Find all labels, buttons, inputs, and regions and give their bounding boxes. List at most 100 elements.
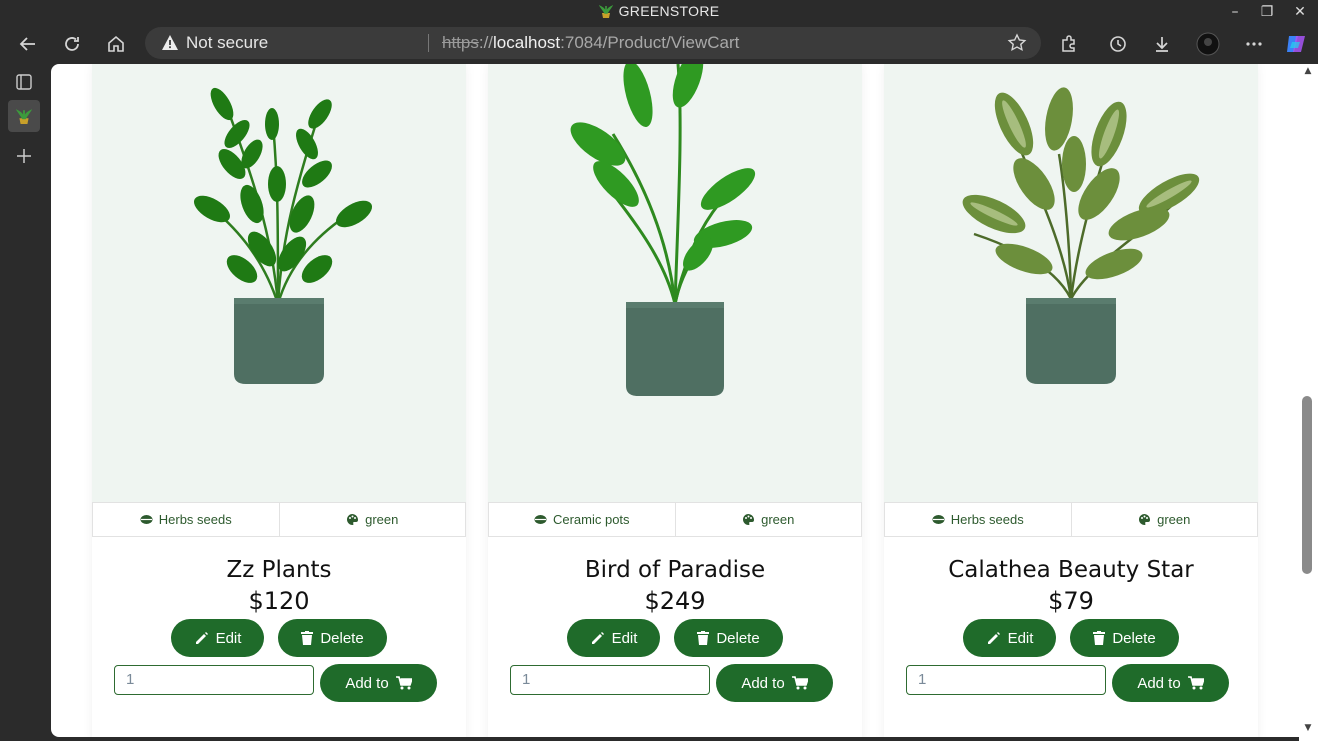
add-label: Add to bbox=[345, 674, 389, 692]
product-tags: Herbs seeds green bbox=[884, 502, 1258, 537]
product-card: Herbs seeds green Calathea Beauty Star $… bbox=[884, 64, 1258, 737]
tab-actions-button[interactable] bbox=[8, 66, 40, 98]
delete-label: Delete bbox=[320, 629, 364, 647]
security-label[interactable]: Not secure bbox=[186, 33, 268, 53]
address-separator bbox=[428, 34, 429, 52]
scroll-down-arrow-icon[interactable]: ▼ bbox=[1302, 723, 1314, 733]
more-menu-button[interactable] bbox=[1240, 30, 1268, 58]
category-text: Ceramic pots bbox=[552, 512, 630, 527]
trash-icon bbox=[1093, 631, 1106, 645]
new-tab-button[interactable] bbox=[8, 140, 40, 172]
add-to-cart-button[interactable]: Add to bbox=[716, 664, 833, 702]
home-button[interactable] bbox=[102, 30, 130, 58]
pencil-icon bbox=[591, 631, 604, 644]
url-scheme: https bbox=[442, 33, 479, 52]
color-text: green bbox=[1157, 512, 1191, 527]
url-path: :7084/Product/ViewCart bbox=[560, 33, 740, 52]
restore-button[interactable]: ❐ bbox=[1257, 2, 1277, 22]
edit-button[interactable]: Edit bbox=[567, 619, 660, 657]
tab-greenstore[interactable] bbox=[8, 100, 40, 132]
more-icon bbox=[1246, 42, 1262, 46]
back-icon bbox=[19, 37, 35, 51]
trash-icon bbox=[697, 631, 710, 645]
window-title: GREENSTORE bbox=[0, 3, 1318, 21]
delete-button[interactable]: Delete bbox=[278, 619, 387, 657]
seed-icon bbox=[932, 515, 945, 524]
copilot-icon bbox=[1287, 36, 1305, 52]
edit-button[interactable]: Edit bbox=[171, 619, 264, 657]
trash-icon bbox=[301, 631, 314, 645]
product-price: $249 bbox=[644, 587, 706, 615]
quantity-input[interactable]: 1 bbox=[906, 665, 1106, 695]
category-tag: Herbs seeds bbox=[93, 503, 279, 536]
warning-icon[interactable] bbox=[161, 34, 179, 56]
browser-toolbar: Not secure https://localhost:7084/Produc… bbox=[0, 24, 1318, 64]
product-tags: Herbs seeds green bbox=[92, 502, 466, 537]
product-card: Ceramic pots green Bird of Paradise $249… bbox=[488, 64, 862, 737]
seed-icon bbox=[140, 515, 153, 524]
product-name: Calathea Beauty Star bbox=[948, 557, 1194, 583]
pencil-icon bbox=[987, 631, 1000, 644]
cart-icon bbox=[395, 676, 412, 690]
back-button[interactable] bbox=[14, 30, 42, 58]
product-tags: Ceramic pots green bbox=[488, 502, 862, 537]
refresh-icon bbox=[65, 37, 79, 51]
product-name: Zz Plants bbox=[226, 557, 332, 583]
plus-icon bbox=[17, 149, 31, 163]
url-host: localhost bbox=[493, 33, 561, 52]
palette-icon bbox=[347, 514, 359, 525]
category-text: Herbs seeds bbox=[158, 512, 232, 527]
palette-icon bbox=[1139, 514, 1151, 525]
close-window-button[interactable]: ✕ bbox=[1290, 2, 1310, 22]
refresh-button[interactable] bbox=[58, 30, 86, 58]
greenstore-favicon-icon bbox=[598, 4, 613, 21]
extensions-icon bbox=[1062, 35, 1075, 52]
delete-button[interactable]: Delete bbox=[1070, 619, 1179, 657]
color-tag: green bbox=[1070, 503, 1258, 536]
edit-label: Edit bbox=[215, 629, 242, 647]
delete-label: Delete bbox=[716, 629, 760, 647]
add-to-cart-button[interactable]: Add to bbox=[1112, 664, 1229, 702]
history-button[interactable] bbox=[1104, 30, 1132, 58]
profile-icon bbox=[1196, 32, 1220, 56]
add-to-cart-button[interactable]: Add to bbox=[320, 664, 437, 702]
downloads-button[interactable] bbox=[1148, 30, 1176, 58]
download-icon bbox=[1156, 37, 1168, 52]
history-icon bbox=[1110, 36, 1126, 52]
pencil-icon bbox=[195, 631, 208, 644]
url-text[interactable]: https://localhost:7084/Product/ViewCart bbox=[442, 33, 739, 53]
color-text: green bbox=[761, 512, 795, 527]
page-content: Herbs seeds green Zz Plants $120 Edit De… bbox=[51, 64, 1299, 737]
category-tag: Ceramic pots bbox=[489, 503, 675, 536]
home-icon bbox=[108, 35, 124, 52]
copilot-button[interactable] bbox=[1282, 30, 1310, 58]
color-tag: green bbox=[674, 503, 862, 536]
greenstore-tab-icon bbox=[16, 109, 32, 124]
address-bar[interactable]: Not secure https://localhost:7084/Produc… bbox=[145, 27, 1041, 59]
quantity-input[interactable]: 1 bbox=[510, 665, 710, 695]
product-name: Bird of Paradise bbox=[584, 557, 766, 583]
category-text: Herbs seeds bbox=[950, 512, 1024, 527]
quantity-input[interactable]: 1 bbox=[114, 665, 314, 695]
color-text: green bbox=[365, 512, 399, 527]
edit-button[interactable]: Edit bbox=[963, 619, 1056, 657]
window-titlebar: GREENSTORE – ❐ ✕ bbox=[0, 0, 1318, 24]
url-separator: :// bbox=[478, 33, 494, 52]
minimize-button[interactable]: – bbox=[1225, 2, 1245, 22]
extensions-button[interactable] bbox=[1055, 30, 1083, 58]
product-image bbox=[488, 64, 862, 502]
product-price: $120 bbox=[248, 587, 310, 615]
scrollbar-thumb[interactable] bbox=[1302, 396, 1312, 574]
delete-button[interactable]: Delete bbox=[674, 619, 783, 657]
profile-button[interactable] bbox=[1194, 30, 1222, 58]
browser-sidebar bbox=[0, 64, 51, 741]
product-image bbox=[92, 64, 466, 502]
add-label: Add to bbox=[1137, 674, 1181, 692]
scroll-up-arrow-icon[interactable]: ▲ bbox=[1302, 66, 1314, 76]
product-image bbox=[884, 64, 1258, 502]
category-tag: Herbs seeds bbox=[885, 503, 1071, 536]
favorite-star-icon[interactable] bbox=[1007, 33, 1027, 58]
page-scrollbar[interactable]: ▲ ▼ bbox=[1299, 64, 1318, 741]
palette-icon bbox=[743, 514, 755, 525]
color-tag: green bbox=[278, 503, 466, 536]
